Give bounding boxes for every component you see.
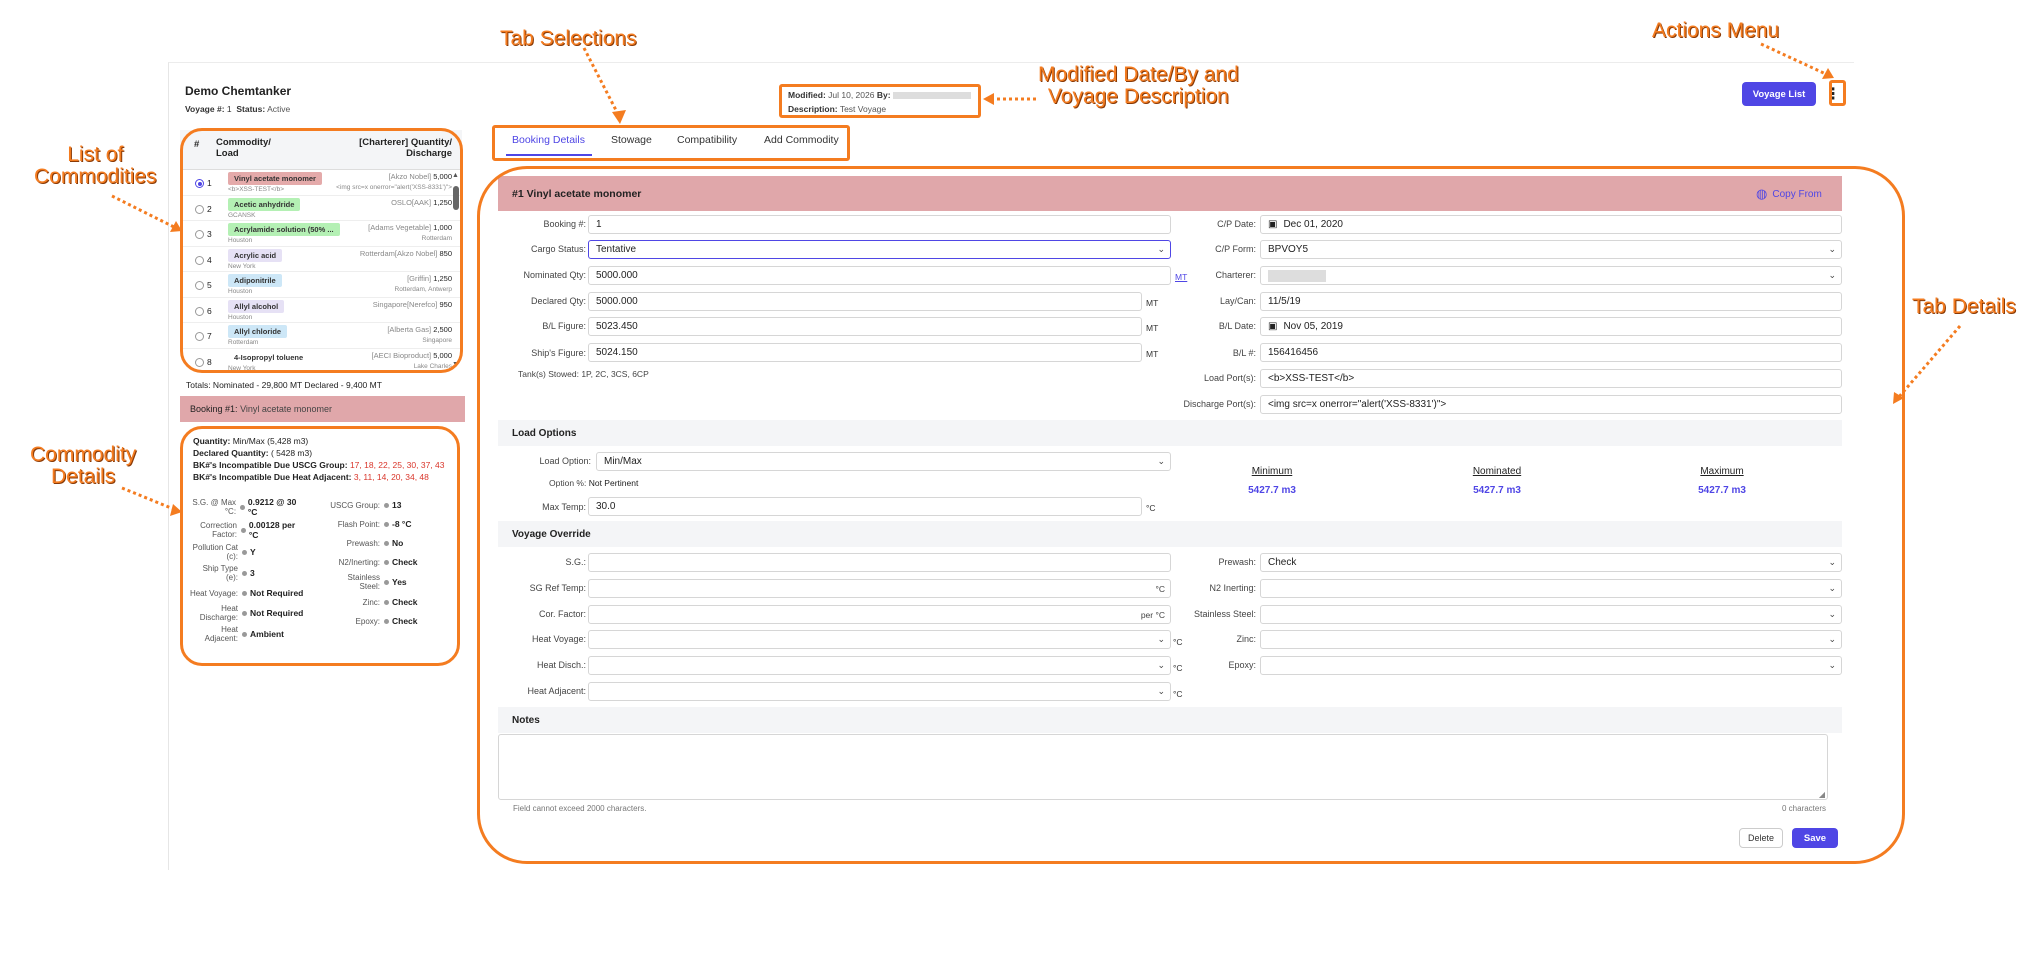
annotation-arrows — [111, 42, 1962, 516]
callout-modified: Modified Date/By and Voyage Description — [1038, 63, 1239, 108]
callout-tab-selections: Tab Selections — [500, 27, 637, 50]
callout-actions-menu: Actions Menu — [1652, 19, 1780, 42]
callout-commodity-details: Commodity Details — [30, 443, 137, 488]
callout-list-commodities: List of Commodities — [34, 143, 157, 188]
callout-tab-details: Tab Details — [1912, 295, 2016, 318]
